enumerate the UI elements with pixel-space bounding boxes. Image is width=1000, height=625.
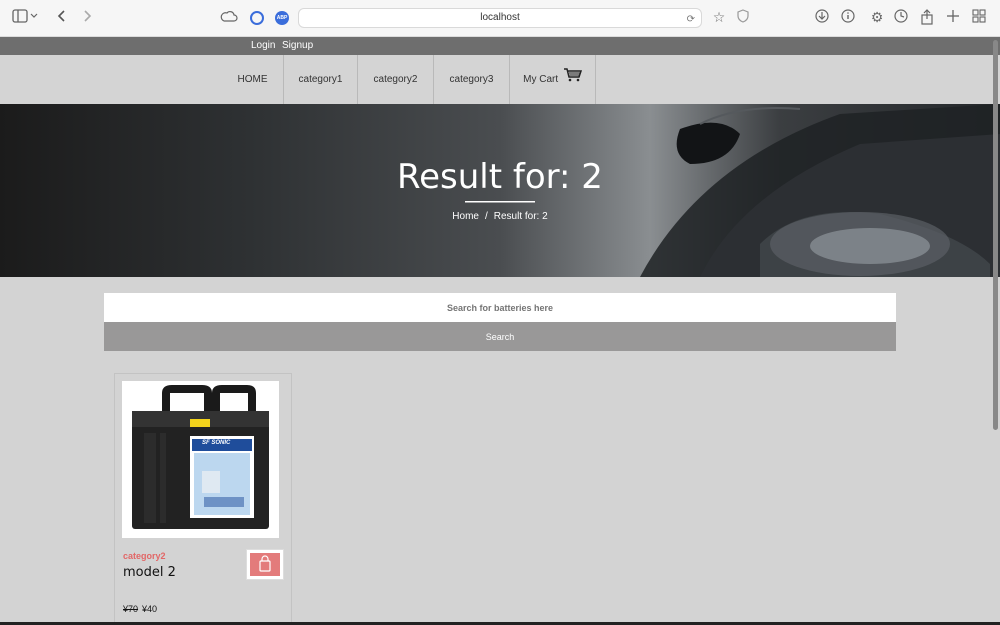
- search-input[interactable]: [104, 293, 896, 322]
- sale-price: ¥40: [142, 604, 158, 614]
- share-icon[interactable]: [920, 9, 938, 27]
- back-icon[interactable]: [55, 9, 73, 27]
- nav-item-home[interactable]: HOME: [222, 55, 284, 104]
- gear-icon[interactable]: ⚙: [868, 9, 886, 27]
- url-text: localhost: [480, 12, 520, 23]
- star-icon[interactable]: ☆: [710, 9, 728, 27]
- nav-item-category3[interactable]: category3: [434, 55, 510, 104]
- address-bar[interactable]: localhost ⟳: [298, 8, 702, 28]
- breadcrumb-current: Result for: 2: [493, 211, 548, 222]
- new-tab-icon[interactable]: [946, 9, 964, 27]
- download-icon[interactable]: [815, 9, 833, 27]
- extension-icon[interactable]: [250, 11, 264, 25]
- hero-banner: Result for: 2 Home / Result for: 2: [0, 104, 1000, 277]
- cloud-icon[interactable]: [220, 9, 238, 27]
- adblock-icon[interactable]: ABP: [275, 11, 289, 25]
- product-category[interactable]: category2: [123, 551, 166, 561]
- scrollbar[interactable]: [993, 40, 998, 430]
- old-price: ¥70: [123, 604, 139, 614]
- cart-label: My Cart: [523, 74, 559, 86]
- breadcrumb-separator: /: [484, 211, 488, 222]
- translate-reload-icon[interactable]: ⟳: [687, 11, 695, 29]
- tab-overview-icon[interactable]: [972, 9, 990, 27]
- cart-icon: [563, 55, 582, 104]
- product-name[interactable]: model 2: [123, 565, 176, 580]
- sidebar-toggle-icon[interactable]: [12, 9, 30, 27]
- breadcrumb: Home / Result for: 2: [0, 211, 1000, 222]
- chevron-down-icon[interactable]: [30, 9, 40, 27]
- nav-item-category2[interactable]: category2: [358, 55, 434, 104]
- top-bar: Login Signup: [0, 37, 1000, 55]
- info-icon[interactable]: [841, 9, 859, 27]
- battery-brand-text: SF SONIC: [202, 440, 231, 446]
- product-price: ¥70 ¥40: [123, 604, 157, 614]
- history-icon[interactable]: [894, 9, 912, 27]
- nav-item-cart[interactable]: My Cart: [510, 55, 596, 104]
- product-image[interactable]: SF SONIC: [122, 381, 279, 538]
- main-nav: HOME category1 category2 category3 My Ca…: [0, 55, 1000, 104]
- title-underline: [465, 201, 535, 203]
- page-title: Result for: 2: [397, 157, 603, 197]
- shield-icon[interactable]: [737, 9, 755, 27]
- shopping-bag-icon: [259, 555, 271, 572]
- breadcrumb-home[interactable]: Home: [452, 211, 479, 222]
- battery-image: [132, 385, 269, 529]
- login-link[interactable]: Login: [251, 40, 275, 51]
- forward-icon[interactable]: [80, 9, 98, 27]
- nav-item-category1[interactable]: category1: [284, 55, 358, 104]
- add-to-cart-button[interactable]: [246, 549, 284, 580]
- browser-toolbar: ABP localhost ⟳ ☆ ⚙: [0, 0, 1000, 37]
- search-button[interactable]: Search: [104, 322, 896, 351]
- product-card[interactable]: SF SONIC category2 model 2 ¥70 ¥40: [114, 373, 292, 625]
- signup-link[interactable]: Signup: [282, 40, 313, 51]
